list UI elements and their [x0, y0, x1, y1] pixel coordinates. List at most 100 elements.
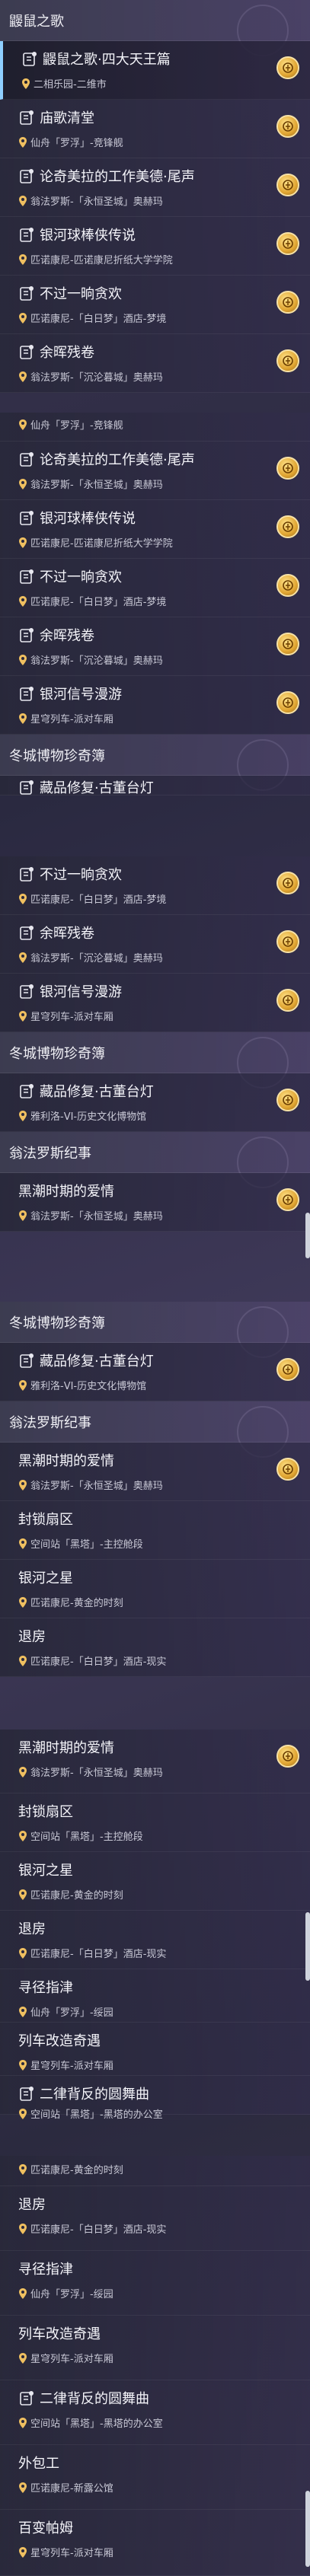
screenshot-strip-6: 匹诺康尼-黄金的时刻 退房 匹诺康尼-「白日梦」酒店-现实 寻径指津 仙舟「罗浮」-…	[0, 2156, 310, 2576]
quest-item[interactable]: 列车改造奇遇 星穹列车-派对车厢	[0, 2023, 310, 2076]
quest-title: 藏品修复·古董台灯	[40, 1353, 154, 1369]
quest-item[interactable]: 黑潮时期的爱情 翁法罗斯-「永恒圣城」奥赫玛	[0, 1730, 310, 1793]
quest-item[interactable]: 列车改造奇遇 星穹列车-派对车厢	[0, 2316, 310, 2380]
reward-badge-icon	[276, 1458, 299, 1481]
screenshot-strip-2: 仙舟「罗浮」-竞锋舰 论奇美拉的工作美德·尾声 翁法罗斯-「永恒圣城」奥赫玛 银河…	[0, 413, 310, 856]
quest-item[interactable]: 论奇美拉的工作美德·尾声 翁法罗斯-「永恒圣城」奥赫玛	[0, 442, 310, 500]
location-pin-icon	[18, 137, 27, 148]
reward-badge-icon	[276, 633, 299, 655]
quest-title: 封锁扇区	[18, 1804, 73, 1820]
category-header[interactable]: 翁法罗斯纪事	[0, 1132, 310, 1188]
quest-item[interactable]: 余晖残卷 翁法罗斯-「沉沦暮城」奥赫玛	[0, 334, 310, 393]
quest-title: 银河之星	[18, 1570, 73, 1586]
quest-item[interactable]: 银河信号漫游 星穹列车-派对车厢	[0, 974, 310, 1032]
quest-item[interactable]: 不过一晌贪欢 匹诺康尼-「白日梦」酒店-梦境	[0, 276, 310, 334]
quest-item[interactable]: 藏品修复·古董台灯 雅利洛-VI-历史文化博物馆	[0, 1343, 310, 1401]
location-pin-icon	[18, 254, 27, 265]
location-pin-icon	[18, 419, 27, 430]
quest-icon	[21, 50, 38, 67]
quest-title: 外包工	[18, 2456, 59, 2472]
quest-location: 匹诺康尼-「白日梦」酒店-现实	[30, 1949, 167, 1960]
location-pin-icon	[18, 2224, 27, 2234]
quest-item[interactable]: 论奇美拉的工作美德·尾声 翁法罗斯-「永恒圣城」奥赫玛	[0, 158, 310, 217]
quest-icon	[18, 1352, 35, 1369]
quest-icon	[18, 109, 35, 126]
location-pin-icon	[18, 894, 27, 904]
location-pin-icon	[18, 952, 27, 963]
quest-item[interactable]: 黑潮时期的爱情 翁法罗斯-「永恒圣城」奥赫玛	[0, 1443, 310, 1501]
quest-item[interactable]: 退房 匹诺康尼-「白日梦」酒店-现实	[0, 1911, 310, 1969]
quest-item[interactable]: 藏品修复·古董台灯 雅利洛-VI-历史文化博物馆	[0, 1073, 310, 1132]
location-pin-icon	[18, 1538, 27, 1549]
quest-item-partial[interactable]: 藏品修复·古董台灯	[0, 776, 310, 796]
quest-item[interactable]: 余晖残卷 翁法罗斯-「沉沦暮城」奥赫玛	[0, 617, 310, 676]
quest-item[interactable]: 银河球棒侠传说 匹诺康尼-匹诺康尼折纸大学学院	[0, 217, 310, 276]
quest-title: 二律背反的圆舞曲	[40, 2391, 149, 2407]
screenshot-strip-3: 不过一晌贪欢 匹诺康尼-「白日梦」酒店-梦境 余晖残卷 翁法罗斯-「沉沦暮城」奥赫玛…	[0, 856, 310, 1302]
quest-icon	[18, 226, 35, 243]
quest-title: 银河球棒侠传说	[40, 511, 136, 527]
quest-item[interactable]: 银河之星 匹诺康尼-黄金的时刻	[0, 1852, 310, 1911]
quest-item[interactable]: 庙歌清堂 仙舟「罗浮」-竞锋舰	[0, 100, 310, 158]
location-pin-icon	[18, 2418, 27, 2428]
quest-icon	[18, 1082, 35, 1099]
quest-title: 银河信号漫游	[40, 687, 122, 703]
category-header[interactable]: 冬城博物珍奇簿	[0, 735, 310, 791]
quest-item[interactable]: 寻径指津 仙舟「罗浮」-绥园	[0, 1969, 310, 2023]
reward-badge-icon	[276, 56, 299, 79]
quest-item[interactable]: 银河球棒侠传说 匹诺康尼-匹诺康尼折纸大学学院	[0, 500, 310, 559]
quest-location: 翁法罗斯-「永恒圣城」奥赫玛	[30, 196, 163, 208]
quest-title: 藏品修复·古董台灯	[40, 1084, 154, 1100]
reward-badge-icon	[276, 1745, 299, 1768]
reward-badge-icon	[276, 691, 299, 714]
category-header[interactable]: 鼹鼠之歌	[0, 0, 310, 56]
quest-location: 星穹列车-派对车厢	[30, 2354, 113, 2365]
quest-item-partial[interactable]: 仙舟「罗浮」-竞锋舰	[0, 413, 310, 442]
quest-item[interactable]: 黑潮时期的爱情 翁法罗斯-「永恒圣城」奥赫玛	[0, 1173, 310, 1232]
quest-item[interactable]: 封锁扇区 空间站「黑塔」-主控舱段	[0, 1501, 310, 1560]
location-pin-icon	[18, 1767, 27, 1777]
quest-item[interactable]: 封锁扇区 空间站「黑塔」-主控舱段	[0, 1793, 310, 1852]
quest-location: 二相乐园-二维市	[34, 79, 107, 91]
quest-icon	[18, 167, 35, 184]
quest-item[interactable]: 银河信号漫游 星穹列车-派对车厢	[0, 676, 310, 735]
scrollbar[interactable]	[305, 1213, 310, 1258]
location-pin-icon	[18, 1831, 27, 1841]
scrollbar[interactable]	[305, 2491, 310, 2567]
quest-item[interactable]: 余晖残卷 翁法罗斯-「沉沦暮城」奥赫玛	[0, 915, 310, 974]
quest-title: 黑潮时期的爱情	[18, 1740, 114, 1756]
reward-badge-icon	[276, 515, 299, 538]
reward-badge-icon	[276, 574, 299, 597]
quest-icon	[18, 685, 35, 702]
location-pin-icon	[18, 1380, 27, 1391]
quest-location: 匹诺康尼-匹诺康尼折纸大学学院	[30, 255, 173, 266]
category-header[interactable]: 翁法罗斯纪事	[0, 1401, 310, 1458]
quest-title: 退房	[18, 1629, 46, 1645]
quest-item[interactable]: 退房 匹诺康尼-「白日梦」酒店-现实	[0, 1618, 310, 1677]
quest-item[interactable]: 不过一晌贪欢 匹诺康尼-「白日梦」酒店-梦境	[0, 559, 310, 617]
quest-item[interactable]: 退房 匹诺康尼-「白日梦」酒店-现实	[0, 2186, 310, 2251]
quest-item[interactable]: 银河之星 匹诺康尼-黄金的时刻	[0, 1560, 310, 1618]
category-header[interactable]: 冬城博物珍奇簿	[0, 1302, 310, 1358]
quest-item[interactable]: 寻径指津 仙舟「罗浮」-绥园	[0, 2251, 310, 2316]
location-pin-icon	[21, 78, 30, 89]
location-pin-icon	[18, 1111, 27, 1121]
quest-item[interactable]: 二律背反的圆舞曲 空间站「黑塔」-黑塔的办公室	[0, 2076, 310, 2121]
quest-title: 不过一晌贪欢	[40, 569, 122, 585]
quest-item[interactable]: 鼹鼠之歌·四大天王篇 二相乐园-二维市	[0, 41, 310, 100]
quest-item[interactable]: 二律背反的圆舞曲 空间站「黑塔」-黑塔的办公室	[0, 2380, 310, 2445]
quest-title: 封锁扇区	[18, 1512, 73, 1528]
location-pin-icon	[18, 313, 27, 324]
quest-item[interactable]: 百变帕姆 星穹列车-派对车厢	[0, 2510, 310, 2576]
quest-location: 匹诺康尼-「白日梦」酒店-现实	[30, 2224, 167, 2236]
reward-badge-icon	[276, 1358, 299, 1381]
quest-item[interactable]: 不过一晌贪欢 匹诺康尼-「白日梦」酒店-梦境	[0, 856, 310, 915]
quest-title: 论奇美拉的工作美德·尾声	[40, 452, 195, 468]
category-header[interactable]: 冬城博物珍奇簿	[0, 1032, 310, 1089]
quest-item-partial[interactable]: 匹诺康尼-黄金的时刻	[0, 2156, 310, 2186]
quest-item[interactable]: 外包工 匹诺康尼-新露公馆	[0, 2445, 310, 2510]
scrollbar[interactable]	[305, 1912, 310, 1981]
reward-badge-icon	[276, 1089, 299, 1111]
category-title: 鼹鼠之歌	[9, 13, 64, 30]
reward-badge-icon	[276, 930, 299, 953]
